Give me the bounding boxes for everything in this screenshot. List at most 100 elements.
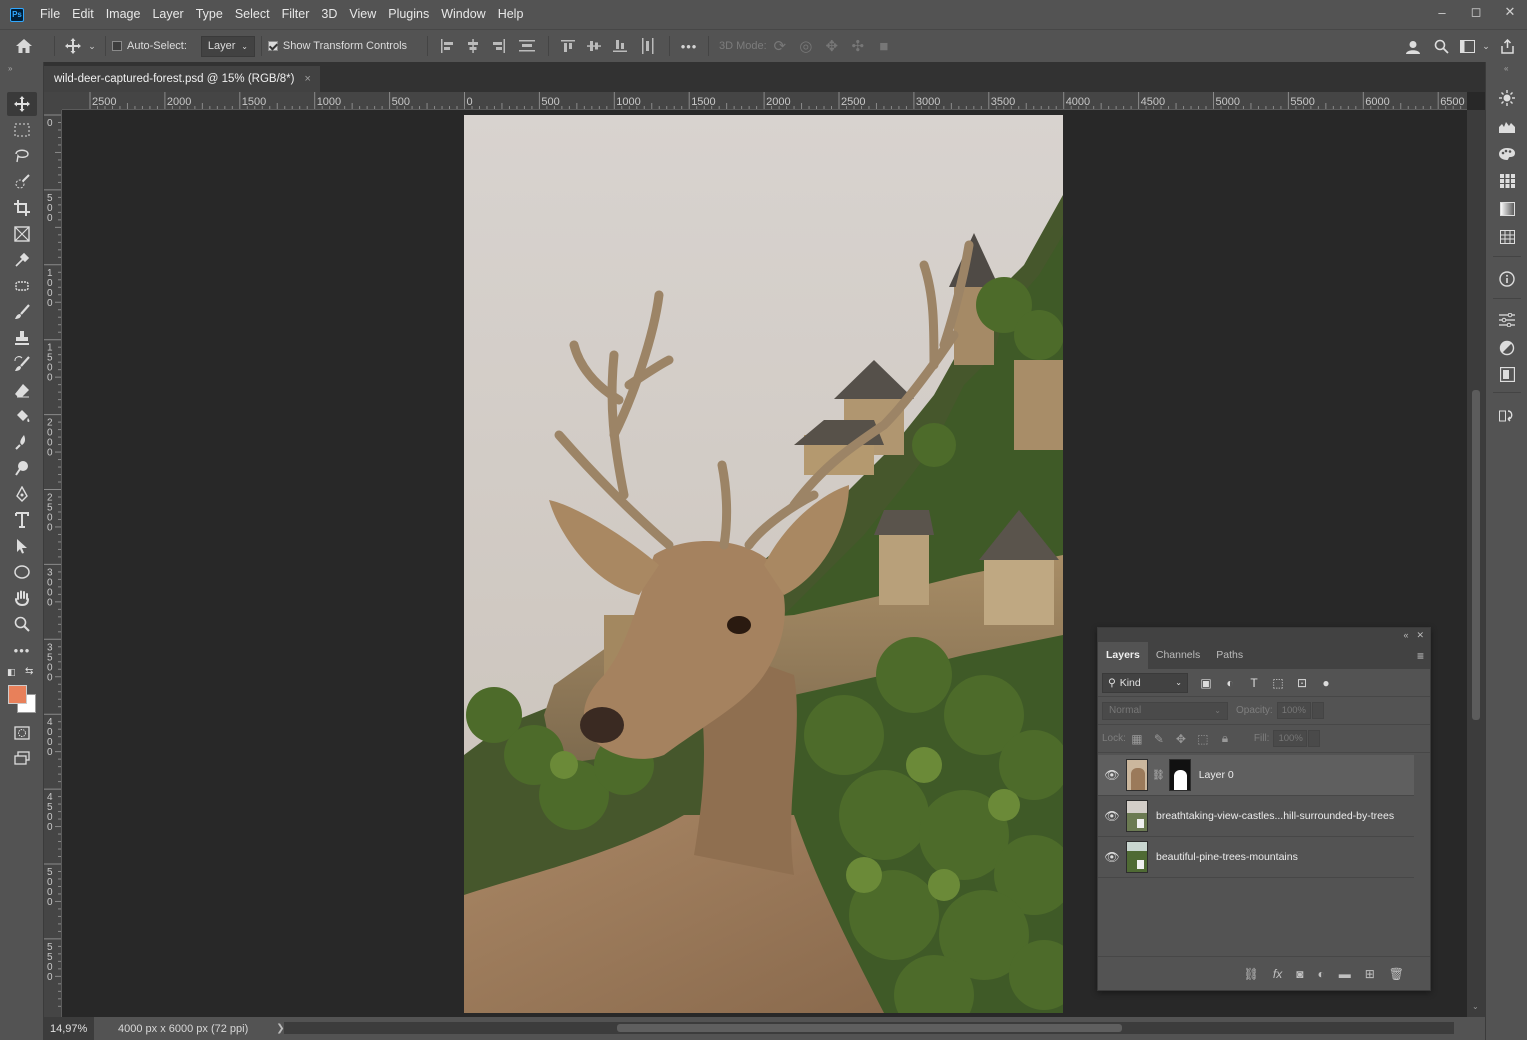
gradients-icon[interactable]	[1493, 197, 1521, 221]
visibility-eye-icon[interactable]: 👁︎	[1098, 850, 1126, 864]
horizontal-ruler[interactable]: 2500 2000 1500 1000 500 0 500 1000 1500 2000 2500 3…	[62, 92, 1467, 110]
3d-scale-icon[interactable]: ■	[871, 30, 897, 63]
3d-orbit-icon[interactable]: ⟳	[767, 30, 793, 63]
delete-layer-trash-icon[interactable]: 🗑︎	[1389, 967, 1404, 981]
layer-row[interactable]: 👁︎ beautiful-pine-trees-mountains	[1098, 837, 1414, 878]
screen-mode-icon[interactable]	[7, 746, 37, 770]
history-icon[interactable]	[1493, 404, 1521, 428]
menu-window[interactable]: Window	[435, 0, 491, 29]
filter-type-icon[interactable]: T	[1242, 676, 1266, 690]
ruler-origin[interactable]	[44, 92, 62, 110]
align-left-icon[interactable]	[434, 30, 460, 63]
default-colors-icon[interactable]: ◧	[7, 667, 16, 678]
visibility-eye-icon[interactable]: 👁︎	[1098, 768, 1126, 782]
layer-mask-thumbnail[interactable]	[1168, 759, 1191, 791]
auto-select-checkbox[interactable]: Auto-Select:	[112, 40, 187, 52]
lock-all-icon[interactable]: 🔒︎	[1214, 731, 1236, 746]
menu-plugins[interactable]: Plugins	[382, 0, 435, 29]
collapse-icon[interactable]: »	[8, 64, 12, 73]
menu-help[interactable]: Help	[492, 0, 530, 29]
share-user-icon[interactable]	[1399, 30, 1427, 63]
close-panel-icon[interactable]: ✕	[1416, 630, 1424, 641]
hand-icon[interactable]	[7, 586, 37, 610]
3d-roll-icon[interactable]: ◎	[793, 30, 819, 63]
fill-field[interactable]: 100%	[1273, 730, 1308, 747]
color-palette-icon[interactable]	[1493, 142, 1521, 166]
quick-mask-icon[interactable]	[7, 721, 37, 745]
info-icon[interactable]	[1493, 267, 1521, 291]
libraries-icon[interactable]	[1493, 362, 1521, 386]
chevron-down-icon[interactable]: ⌄	[85, 30, 99, 63]
filter-pixel-icon[interactable]: ▣	[1194, 676, 1218, 690]
menu-view[interactable]: View	[343, 0, 382, 29]
more-options-icon[interactable]: •••	[676, 30, 702, 63]
blend-mode-dropdown[interactable]: Normal ⌄	[1102, 701, 1228, 720]
lock-position-icon[interactable]: ✥	[1170, 732, 1192, 746]
scroll-down-icon[interactable]: ⌄	[1472, 1002, 1479, 1011]
rectangular-marquee-icon[interactable]	[7, 118, 37, 142]
visibility-eye-icon[interactable]: 👁︎	[1098, 809, 1126, 823]
vertical-scrollbar[interactable]: ⌄	[1467, 110, 1485, 1017]
distribute-icon[interactable]	[512, 30, 542, 63]
edit-toolbar-icon[interactable]: •••	[7, 638, 37, 662]
menu-image[interactable]: Image	[100, 0, 147, 29]
new-layer-icon[interactable]: ⊞	[1365, 967, 1375, 981]
filter-adjustment-icon[interactable]: ◐	[1218, 676, 1242, 690]
adjustments-icon[interactable]	[1493, 336, 1521, 360]
3d-slide-icon[interactable]: ✣	[845, 30, 871, 63]
search-icon[interactable]	[1427, 30, 1455, 63]
link-layers-icon[interactable]: ⛓︎	[1244, 967, 1259, 981]
collapse-panel-icon[interactable]: «	[1403, 630, 1408, 640]
menu-filter[interactable]: Filter	[276, 0, 316, 29]
menu-edit[interactable]: Edit	[66, 0, 100, 29]
ellipse-icon[interactable]	[7, 560, 37, 584]
align-right-icon[interactable]	[486, 30, 512, 63]
lock-image-icon[interactable]: ✎	[1148, 732, 1170, 746]
zoom-icon[interactable]	[7, 612, 37, 636]
paint-bucket-icon[interactable]	[7, 404, 37, 428]
swap-colors-icon[interactable]: ⇆	[25, 666, 33, 677]
clone-stamp-icon[interactable]	[7, 326, 37, 350]
quick-selection-icon[interactable]	[7, 170, 37, 194]
type-icon[interactable]	[7, 508, 37, 532]
history-brush-icon[interactable]	[7, 352, 37, 376]
layer-name[interactable]: beautiful-pine-trees-mountains	[1156, 851, 1298, 863]
close-tab-icon[interactable]: ×	[305, 73, 311, 85]
fill-chevron-icon[interactable]	[1308, 730, 1321, 747]
properties-icon[interactable]	[1493, 308, 1521, 332]
filter-shape-icon[interactable]: ⬚	[1266, 676, 1290, 690]
chain-link-icon[interactable]: ⛓︎	[1152, 770, 1165, 781]
swatches-icon[interactable]	[1493, 169, 1521, 193]
layer-row[interactable]: 👁︎ breathtaking-view-castles...hill-surr…	[1098, 796, 1414, 837]
blur-icon[interactable]	[7, 430, 37, 454]
dodge-icon[interactable]	[7, 456, 37, 480]
distribute-vertical-icon[interactable]	[633, 30, 663, 63]
tab-channels[interactable]: Channels	[1148, 642, 1208, 669]
brush-icon[interactable]	[7, 300, 37, 324]
workspace-icon[interactable]	[1455, 30, 1479, 63]
panel-menu-icon[interactable]: ≡	[1417, 649, 1424, 663]
zoom-level-field[interactable]: 14,97%	[44, 1017, 94, 1040]
3d-pan-icon[interactable]: ✥	[819, 30, 845, 63]
opacity-field[interactable]: 100%	[1276, 702, 1311, 719]
pen-icon[interactable]	[7, 482, 37, 506]
chevron-down-icon[interactable]: ⌄	[1479, 30, 1493, 63]
align-middle-icon[interactable]	[581, 30, 607, 63]
menu-select[interactable]: Select	[229, 0, 276, 29]
share-icon[interactable]	[1493, 30, 1521, 63]
menu-layer[interactable]: Layer	[146, 0, 189, 29]
eyedropper-icon[interactable]	[7, 248, 37, 272]
home-icon[interactable]	[0, 30, 48, 63]
menu-file[interactable]: File	[34, 0, 66, 29]
vertical-scroll-thumb[interactable]	[1472, 390, 1480, 720]
patterns-icon[interactable]	[1493, 225, 1521, 249]
new-adjustment-layer-icon[interactable]: ◐	[1317, 967, 1324, 981]
document-canvas[interactable]	[464, 115, 1063, 1013]
minimize-button[interactable]: –	[1425, 0, 1459, 24]
tab-layers[interactable]: Layers	[1098, 642, 1148, 669]
menu-type[interactable]: Type	[190, 0, 229, 29]
new-group-folder-icon[interactable]: ▬	[1339, 967, 1351, 981]
layer-row[interactable]: 👁︎ ⛓︎ Layer 0	[1098, 755, 1414, 796]
expand-panels-icon[interactable]: «	[1504, 64, 1508, 73]
path-selection-icon[interactable]	[7, 534, 37, 558]
